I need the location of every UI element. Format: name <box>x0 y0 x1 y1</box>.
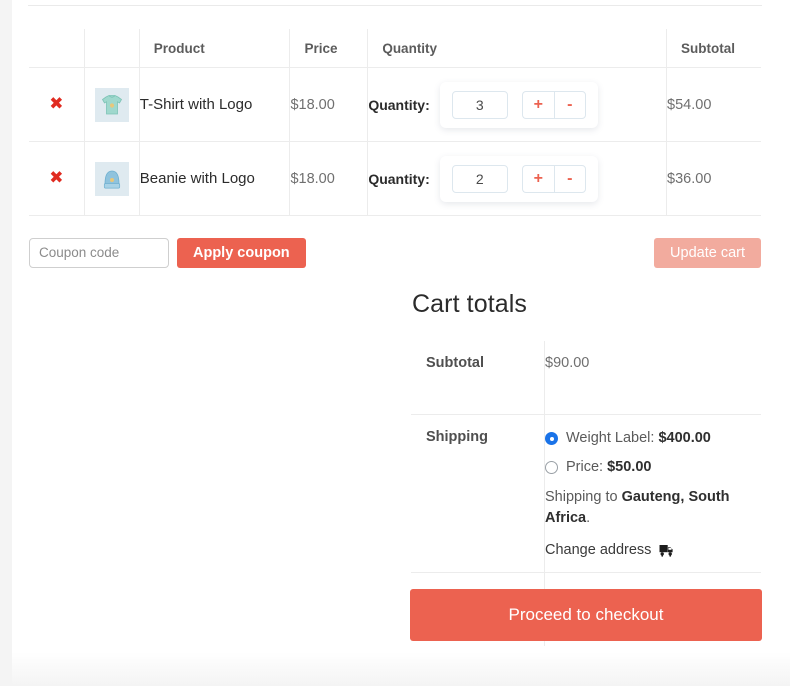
quantity-cell: Quantity: + - <box>367 141 668 216</box>
cart-actions: Apply coupon Update cart <box>29 237 761 268</box>
change-address-link[interactable]: Change address <box>545 542 749 558</box>
subtotal-row: Subtotal $90.00 <box>411 341 761 415</box>
quantity-stepper: + - <box>439 155 598 202</box>
shipping-label: Shipping <box>411 413 545 574</box>
delivery-truck-glyph <box>659 544 674 557</box>
remove-x-icon[interactable]: ✖ <box>49 96 63 113</box>
cart-actions-cell: Apply coupon Update cart <box>29 215 761 289</box>
product-price: $18.00 <box>289 67 369 142</box>
quantity-increase-button[interactable]: + <box>521 164 554 193</box>
quantity-label: Quantity: <box>368 96 430 113</box>
table-row: ✖ Beanie with Logo $18.00 Quantity: 2 + … <box>29 141 761 216</box>
tshirt-image <box>94 87 129 122</box>
beanie-thumbnail[interactable] <box>94 161 129 196</box>
checkout-button-container: Proceed to checkout <box>410 589 762 641</box>
shipping-option-text: Price: $50.00 <box>566 458 651 478</box>
column-header-subtotal: Subtotal <box>666 29 761 68</box>
quantity-decrease-button[interactable]: - <box>553 164 586 193</box>
column-header-product: Product <box>138 29 291 68</box>
shipping-destination-suffix: . <box>586 510 591 527</box>
subtotal-label: Subtotal <box>411 341 545 415</box>
cart-table-body: ✖ T-Shirt with Logo $18.00 Quantity: 3 +… <box>29 67 761 289</box>
top-divider <box>28 5 762 6</box>
table-row: ✖ T-Shirt with Logo $18.00 Quantity: 3 +… <box>29 67 761 142</box>
quantity-input[interactable] <box>451 90 508 119</box>
quantity-input[interactable] <box>451 164 508 193</box>
shipping-option-amount: $400.00 <box>658 430 711 446</box>
shipping-option-weight-label[interactable]: Weight Label: $400.00 <box>545 429 749 449</box>
apply-coupon-button[interactable]: Apply coupon <box>177 237 306 268</box>
shipping-radio-price[interactable] <box>545 460 558 474</box>
shipping-option-name: Weight Label: <box>566 430 655 446</box>
shipping-option-text: Weight Label: $400.00 <box>566 429 711 449</box>
quantity-row: Quantity: + - <box>368 81 666 128</box>
quantity-decrease-button[interactable]: - <box>553 90 586 119</box>
remove-cell: ✖ <box>29 141 85 216</box>
shipping-destination: Shipping to Gauteng, South Africa. <box>545 487 749 529</box>
column-header-price: Price <box>289 29 369 68</box>
cart-table: Product Price Quantity Subtotal ✖ T-Shir… <box>28 28 762 290</box>
tshirt-thumbnail[interactable] <box>94 87 129 122</box>
thumbnail-cell <box>83 141 140 216</box>
product-price: $18.00 <box>289 141 369 216</box>
cart-header-row: Product Price Quantity Subtotal <box>29 29 761 68</box>
product-name[interactable]: T-Shirt with Logo <box>138 67 291 142</box>
shipping-method-list: Weight Label: $400.00 Price: $50.00 <box>545 429 749 477</box>
product-subtotal: $36.00 <box>666 141 761 216</box>
shipping-option-amount: $50.00 <box>607 458 652 475</box>
remove-cell: ✖ <box>29 67 85 142</box>
quantity-buttons: + - <box>521 90 586 119</box>
shipping-radio-weight-label[interactable] <box>545 432 558 445</box>
product-subtotal: $54.00 <box>666 67 761 142</box>
quantity-increase-button[interactable]: + <box>521 90 554 119</box>
delivery-truck-icon <box>659 544 674 557</box>
page-left-gutter <box>0 0 12 686</box>
quantity-buttons: + - <box>521 164 586 193</box>
thumbnail-cell <box>83 67 140 142</box>
quantity-cell: Quantity: + - <box>367 67 668 142</box>
proceed-to-checkout-button[interactable]: Proceed to checkout <box>410 589 762 641</box>
quantity-label: Quantity: <box>368 170 430 187</box>
coupon-code-input[interactable] <box>29 237 169 268</box>
shipping-option-price[interactable]: Price: $50.00 <box>545 458 749 478</box>
change-address-label: Change address <box>545 542 652 559</box>
shipping-row: Shipping Weight Label: $400.00 Price: $5… <box>411 413 761 574</box>
cart-table-container: Product Price Quantity Subtotal ✖ T-Shir… <box>28 28 762 290</box>
subtotal-value: $90.00 <box>544 341 761 415</box>
update-cart-button[interactable]: Update cart <box>654 237 761 268</box>
quantity-row: Quantity: + - <box>368 155 666 202</box>
remove-x-icon[interactable]: ✖ <box>49 170 63 187</box>
column-header-thumbnail <box>83 29 140 68</box>
quantity-stepper: + - <box>439 81 598 128</box>
product-name[interactable]: Beanie with Logo <box>138 141 291 216</box>
shipping-options-cell: Weight Label: $400.00 Price: $50.00 Ship… <box>544 413 761 574</box>
beanie-image <box>94 161 129 196</box>
shipping-destination-prefix: Shipping to <box>545 489 622 506</box>
column-header-quantity: Quantity <box>367 29 668 68</box>
cart-actions-row: Apply coupon Update cart <box>29 215 761 289</box>
cart-table-head: Product Price Quantity Subtotal <box>29 29 761 68</box>
cart-totals-title: Cart totals <box>412 290 528 318</box>
shipping-option-name: Price: <box>566 458 604 475</box>
column-header-remove <box>29 29 85 68</box>
